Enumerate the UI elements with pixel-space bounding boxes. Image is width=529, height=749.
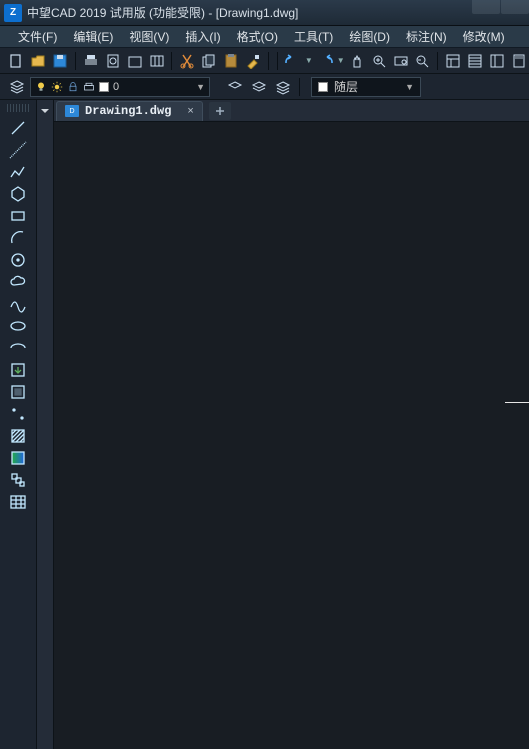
open-file-button[interactable]	[28, 50, 48, 72]
new-file-button[interactable]	[6, 50, 26, 72]
menu-format[interactable]: 格式(O)	[229, 26, 286, 47]
layer-name-input[interactable]	[113, 81, 153, 93]
bulb-icon	[35, 81, 47, 93]
plot-button[interactable]	[125, 50, 145, 72]
layer-state-button[interactable]	[248, 76, 270, 98]
menu-dimension[interactable]: 标注(N)	[398, 26, 455, 47]
circle-tool[interactable]	[6, 250, 30, 270]
layer-color-swatch	[99, 82, 109, 92]
chevron-down-icon: ▼	[196, 82, 205, 92]
layer-dropdown[interactable]: ▼	[30, 77, 210, 97]
new-tab-button[interactable]	[209, 102, 231, 120]
dwg-icon: D	[65, 105, 79, 117]
point-tool[interactable]	[6, 404, 30, 424]
spline-tool[interactable]	[6, 294, 30, 314]
hatch-tool[interactable]	[6, 426, 30, 446]
plot-icon	[83, 81, 95, 93]
layer-previous-button[interactable]	[224, 76, 246, 98]
polygon-tool[interactable]	[6, 184, 30, 204]
rectangle-tool[interactable]	[6, 206, 30, 226]
pan-button[interactable]	[347, 50, 367, 72]
match-properties-button[interactable]	[243, 50, 263, 72]
paste-button[interactable]	[221, 50, 241, 72]
color-swatch	[318, 82, 328, 92]
color-label: 随层	[334, 78, 358, 95]
menu-file[interactable]: 文件(F)	[10, 26, 65, 47]
menu-tools[interactable]: 工具(T)	[286, 26, 341, 47]
color-dropdown[interactable]: 随层 ▼	[311, 77, 421, 97]
document-tab[interactable]: D Drawing1.dwg ×	[56, 101, 203, 121]
menu-view[interactable]: 视图(V)	[121, 26, 177, 47]
toolbar-grip[interactable]	[7, 104, 29, 112]
undo-dropdown-arrow[interactable]: ▼	[305, 56, 313, 65]
app-icon: Z	[4, 4, 22, 22]
tool-palettes-button[interactable]	[487, 50, 507, 72]
line-tool[interactable]	[6, 118, 30, 138]
lock-icon	[67, 81, 79, 93]
minimize-button[interactable]	[472, 0, 500, 14]
title-bar: Z 中望CAD 2019 试用版 (功能受限) - [Drawing1.dwg]	[0, 0, 529, 26]
polyline-tool[interactable]	[6, 162, 30, 182]
sun-icon	[51, 81, 63, 93]
design-center-button[interactable]	[465, 50, 485, 72]
calculator-button[interactable]	[509, 50, 529, 72]
properties-panel-button[interactable]	[443, 50, 463, 72]
ellipse-tool[interactable]	[6, 316, 30, 336]
layer-iso-button[interactable]	[272, 76, 294, 98]
zoom-previous-button[interactable]	[412, 50, 432, 72]
insert-block-tool[interactable]	[6, 360, 30, 380]
gradient-tool[interactable]	[6, 448, 30, 468]
redo-button[interactable]	[315, 50, 335, 72]
copy-button[interactable]	[199, 50, 219, 72]
chevron-down-icon	[40, 106, 50, 116]
print-preview-button[interactable]	[103, 50, 123, 72]
table-tool[interactable]	[6, 492, 30, 512]
make-block-tool[interactable]	[6, 382, 30, 402]
window-title: 中望CAD 2019 试用版 (功能受限) - [Drawing1.dwg]	[27, 4, 298, 21]
redo-dropdown-arrow[interactable]: ▼	[337, 56, 345, 65]
menu-edit[interactable]: 编辑(E)	[65, 26, 121, 47]
construction-line-tool[interactable]	[6, 140, 30, 160]
panel-gutter[interactable]	[36, 100, 54, 749]
save-file-button[interactable]	[50, 50, 70, 72]
zoom-window-button[interactable]	[391, 50, 411, 72]
plus-icon	[214, 105, 226, 117]
tab-close-button[interactable]: ×	[187, 105, 193, 117]
layer-manager-button[interactable]	[6, 76, 28, 98]
draw-toolbar	[0, 100, 36, 749]
crosshair	[505, 402, 529, 403]
undo-button[interactable]	[283, 50, 303, 72]
layers-toolbar: ▼ 随层 ▼	[0, 74, 529, 100]
print-button[interactable]	[81, 50, 101, 72]
standard-toolbar: ▼ ▼	[0, 48, 529, 74]
zoom-realtime-button[interactable]	[369, 50, 389, 72]
document-tab-row: D Drawing1.dwg ×	[54, 100, 529, 122]
arc-tool[interactable]	[6, 228, 30, 248]
region-tool[interactable]	[6, 470, 30, 490]
menu-insert[interactable]: 插入(I)	[177, 26, 228, 47]
menu-draw[interactable]: 绘图(D)	[341, 26, 398, 47]
chevron-down-icon: ▼	[405, 82, 414, 92]
cut-button[interactable]	[177, 50, 197, 72]
drawing-canvas[interactable]	[54, 122, 529, 749]
document-tab-label: Drawing1.dwg	[85, 104, 171, 118]
menu-modify[interactable]: 修改(M)	[455, 26, 513, 47]
ellipse-arc-tool[interactable]	[6, 338, 30, 358]
maximize-button[interactable]	[501, 0, 529, 14]
publish-button[interactable]	[147, 50, 167, 72]
revcloud-tool[interactable]	[6, 272, 30, 292]
menu-bar: 文件(F) 编辑(E) 视图(V) 插入(I) 格式(O) 工具(T) 绘图(D…	[0, 26, 529, 48]
